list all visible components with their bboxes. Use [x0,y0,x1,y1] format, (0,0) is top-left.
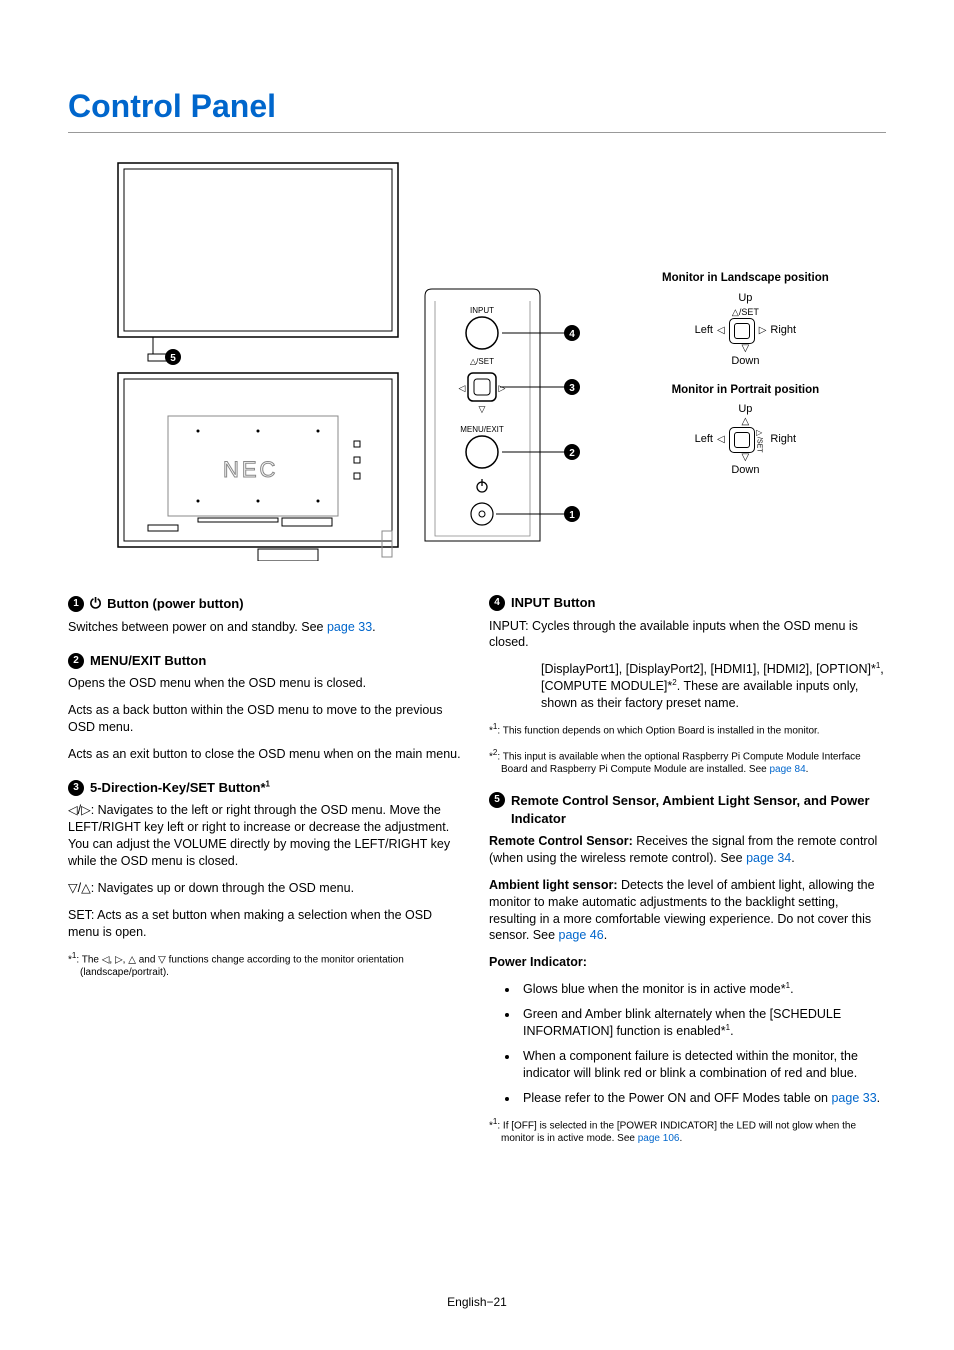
diagram-row: 5 NEC INPUT [68,161,886,566]
footnote-3: *1: The ◁, ▷, △ and ▽ functions change a… [68,951,465,979]
link-page-34[interactable]: page 34 [746,851,791,865]
link-page-33[interactable]: page 33 [327,620,372,634]
orientation-diagrams: Monitor in Landscape position Up △/SET L… [642,161,829,492]
svg-text:INPUT: INPUT [470,306,494,315]
page-footer: English−21 [0,1294,954,1310]
svg-text:4: 4 [569,329,575,340]
section-power-button: 1 ⏻ Button (power button) Switches betwe… [68,594,465,636]
landscape-guide: Monitor in Landscape position Up △/SET L… [662,271,829,368]
svg-text:▷: ▷ [499,383,506,393]
svg-text:2: 2 [569,448,575,459]
svg-text:MENU/EXIT: MENU/EXIT [460,425,504,434]
section-sensors: 5 Remote Control Sensor, Ambient Light S… [489,792,886,1145]
svg-text:1: 1 [569,510,575,521]
section-input-button: 4 INPUT Button INPUT: Cycles through the… [489,594,886,776]
power-indicator-list: Glows blue when the monitor is in active… [489,981,886,1107]
svg-text:◁: ◁ [459,383,466,393]
badge-3-icon: 3 [68,780,84,796]
link-page-46[interactable]: page 46 [559,928,604,942]
badge-5-icon: 5 [489,792,505,808]
portrait-guide: Monitor in Portrait position Up △ Left◁ … [662,383,829,478]
section-menu-exit: 2 MENU/EXIT Button Opens the OSD menu wh… [68,652,465,763]
badge-4-icon: 4 [489,595,505,611]
svg-text:3: 3 [569,383,575,394]
svg-text:▽: ▽ [479,404,486,414]
badge-2-icon: 2 [68,653,84,669]
svg-text:5: 5 [170,353,176,364]
button-strip-diagram: INPUT 4 △/SET ◁ ▷ ▽ 3 MENU/EXIT 2 [420,161,630,566]
link-page-84[interactable]: page 84 [769,764,805,775]
page-title: Control Panel [68,85,886,133]
right-column: 4 INPUT Button INPUT: Cycles through the… [489,594,886,1161]
power-icon: ⏻ [90,594,101,613]
left-column: 1 ⏻ Button (power button) Switches betwe… [68,594,465,1161]
svg-text:NEC: NEC [223,457,278,482]
badge-1-icon: 1 [68,596,84,612]
monitor-diagram: 5 NEC [68,161,408,566]
link-page-106[interactable]: page 106 [638,1133,680,1144]
link-page-33b[interactable]: page 33 [831,1091,876,1105]
svg-text:△/SET: △/SET [470,357,494,366]
section-5direction: 3 5-Direction-Key/SET Button*1 ◁/▷: Navi… [68,779,465,979]
